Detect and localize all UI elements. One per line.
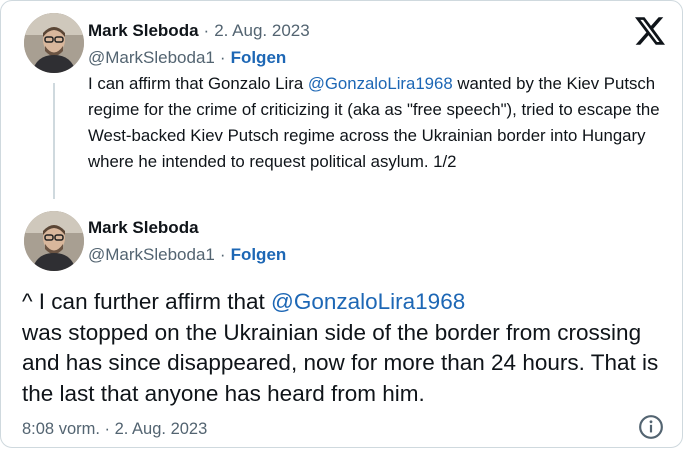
x-logo-icon[interactable] [635, 17, 665, 45]
avatar-image [24, 211, 84, 271]
tweet2-body: ^ I can further affirm that @GonzaloLira… [22, 287, 672, 409]
tweet-embed-card: Mark Sleboda · 2. Aug. 2023 @MarkSleboda… [0, 0, 683, 448]
mention-link[interactable]: @GonzaloLira1968 [308, 74, 453, 93]
separator: · [219, 245, 226, 264]
tweet1-text-part1: I can affirm that Gonzalo Lira [88, 74, 308, 93]
avatar[interactable] [24, 211, 84, 271]
tweet2-text-part1: ^ I can further affirm that [22, 289, 271, 314]
author-name[interactable]: Mark Sleboda [88, 217, 199, 239]
follow-button[interactable]: Folgen [231, 244, 287, 266]
tweet2-author-row: Mark Sleboda [88, 217, 199, 239]
info-icon[interactable] [638, 414, 664, 440]
author-name[interactable]: Mark Sleboda [88, 20, 199, 42]
tweet1-date[interactable]: 2. Aug. 2023 [214, 20, 309, 42]
thread-connector-line [53, 83, 55, 199]
tweet-timestamp[interactable]: 8:08 vorm. · 2. Aug. 2023 [22, 418, 207, 440]
separator: · [219, 48, 226, 67]
mention-link[interactable]: @GonzaloLira1968 [271, 289, 465, 314]
separator: · [203, 21, 210, 40]
avatar-image [24, 13, 84, 73]
tweet2-handle-row: @MarkSleboda1 · Folgen [88, 244, 286, 266]
avatar[interactable] [24, 13, 84, 73]
tweet1-author-row: Mark Sleboda · 2. Aug. 2023 [88, 20, 310, 42]
tweet1-body: I can affirm that Gonzalo Lira @GonzaloL… [88, 71, 674, 175]
tweet1-handle-row: @MarkSleboda1 · Folgen [88, 47, 286, 69]
tweet2-text-part2: was stopped on the Ukrainian side of the… [22, 319, 659, 406]
author-handle[interactable]: @MarkSleboda1 [88, 244, 215, 266]
author-handle[interactable]: @MarkSleboda1 [88, 47, 215, 69]
follow-button[interactable]: Folgen [231, 47, 287, 69]
